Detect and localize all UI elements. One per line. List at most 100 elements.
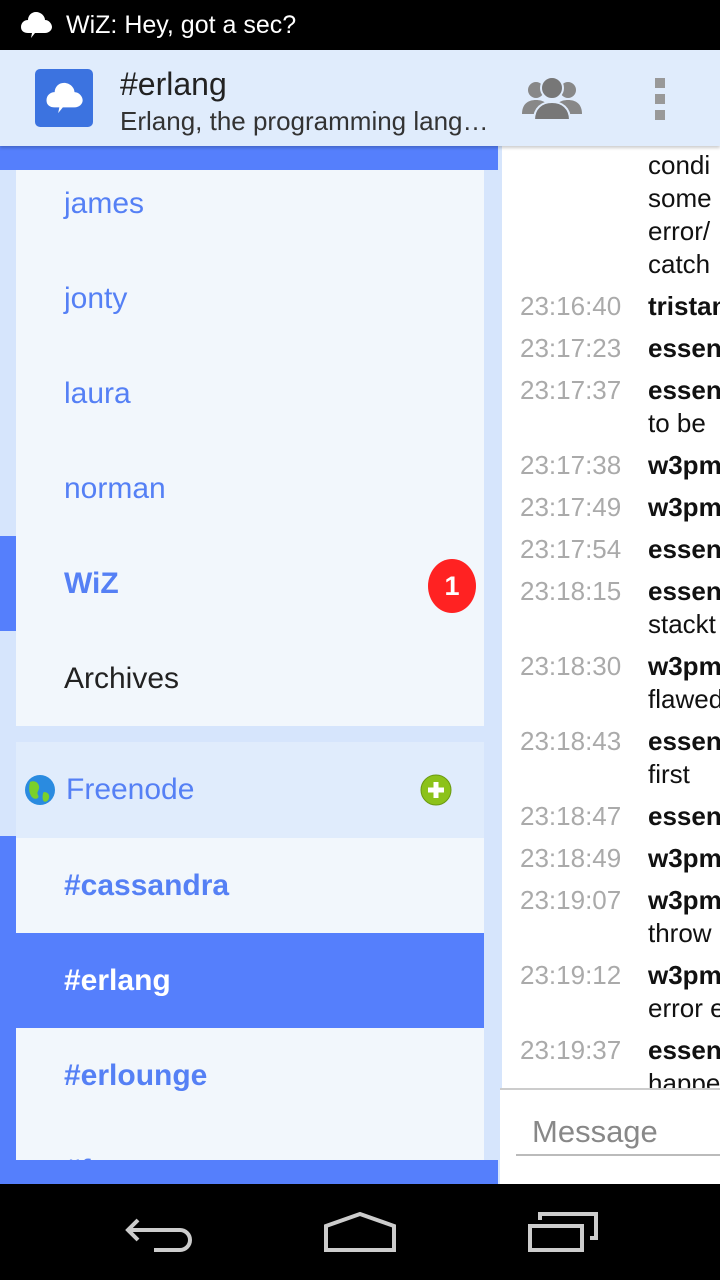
timestamp: 23:17:38: [520, 450, 622, 480]
timestamp: 23:19:07: [520, 885, 622, 915]
nick[interactable]: essen: [648, 533, 720, 566]
contact-label: laura: [64, 376, 131, 410]
channel-label: #cassandra: [64, 868, 230, 902]
home-icon[interactable]: [322, 1212, 398, 1252]
message-input[interactable]: [516, 1110, 720, 1156]
nav-bar: [0, 1184, 720, 1280]
message-text: error e: [648, 993, 720, 1023]
channels-panel: #cassandra #erlang #erlounge #f...: [0, 838, 484, 1184]
overflow-menu-icon[interactable]: [655, 78, 669, 126]
channel-label: #erlounge: [64, 1058, 208, 1092]
unread-badge: 1: [428, 559, 476, 613]
globe-icon: [25, 775, 55, 805]
nick[interactable]: w3pm: [648, 449, 720, 482]
timestamp: 23:18:47: [520, 801, 622, 831]
message-text: stackt: [648, 609, 716, 639]
nick[interactable]: essen: [648, 725, 720, 758]
channel-erlang[interactable]: #erlang: [0, 933, 484, 1028]
nick[interactable]: w3pm: [648, 884, 720, 917]
timestamp: 23:18:49: [520, 843, 622, 873]
message: 23:18:30 w3pm flawed: [502, 650, 720, 716]
channel-erlounge[interactable]: #erlounge: [16, 1028, 484, 1123]
contact-label: james: [64, 186, 145, 220]
message-text: first: [648, 759, 690, 789]
nick[interactable]: essen: [648, 332, 720, 365]
message: 23:18:15 essen stackt: [502, 575, 720, 641]
status-bar: WiZ: Hey, got a sec?: [0, 0, 720, 50]
channel-title: #erlang: [120, 66, 227, 102]
contacts-panel: james jonty laura norman WiZ 1 Archives: [0, 156, 484, 726]
nick[interactable]: essen: [648, 1034, 720, 1067]
sidebar-top-edge: [0, 146, 498, 170]
message-text: to be: [648, 408, 706, 438]
contact-james[interactable]: james: [16, 156, 484, 251]
timestamp: 23:18:43: [520, 726, 622, 756]
network-freenode[interactable]: Freenode: [16, 742, 484, 838]
contact-label: norman: [64, 471, 166, 505]
nick[interactable]: w3pm: [648, 842, 720, 875]
message-text: error/: [648, 216, 711, 246]
timestamp: 23:19:12: [520, 960, 622, 990]
archives-label: Archives: [64, 661, 180, 695]
contact-label: WiZ: [64, 566, 119, 600]
archives-item[interactable]: Archives: [16, 631, 484, 726]
cloud-chat-icon: [21, 12, 52, 38]
network-label: Freenode: [66, 773, 195, 806]
message-text: some: [648, 183, 712, 213]
composer: [500, 1088, 720, 1184]
channel-topic: Erlang, the programming language: [120, 106, 500, 136]
nick[interactable]: w3pm: [648, 959, 720, 992]
chat-log[interactable]: condi some error/catch 23:16:40 tristan 23:17…: [500, 146, 720, 1088]
nick[interactable]: w3pm: [648, 491, 720, 524]
timestamp: 23:17:49: [520, 492, 622, 522]
message: 23:18:47 essen: [502, 800, 720, 833]
message: 23:17:54 essen: [502, 533, 720, 566]
message: 23:19:37 essen happe: [502, 1034, 720, 1088]
timestamp: 23:18:15: [520, 576, 622, 606]
users-icon[interactable]: [522, 74, 582, 120]
timestamp: 23:16:40: [520, 291, 622, 321]
message: condi some error/catch: [502, 149, 720, 281]
timestamp: 23:17:54: [520, 534, 622, 564]
sidebar: james jonty laura norman WiZ 1 Archives F…: [0, 146, 500, 1184]
timestamp: 23:17:37: [520, 375, 622, 405]
back-icon[interactable]: [124, 1212, 196, 1252]
nick[interactable]: tristan: [648, 290, 720, 323]
message: 23:17:23 essen: [502, 332, 720, 365]
timestamp: 23:19:37: [520, 1035, 622, 1065]
message: 23:17:38 w3pm: [502, 449, 720, 482]
message-text: happe: [648, 1068, 720, 1088]
message-list: condi some error/catch 23:16:40 tristan 23:17…: [502, 149, 720, 1088]
contact-norman[interactable]: norman: [16, 441, 484, 536]
contact-wiz[interactable]: WiZ 1: [0, 536, 484, 631]
app-logo[interactable]: [35, 69, 93, 127]
channel-cassandra[interactable]: #cassandra: [16, 838, 484, 933]
message-text: condi: [648, 150, 711, 180]
recents-icon[interactable]: [526, 1212, 598, 1252]
app-bar: #erlang Erlang, the programming language: [0, 50, 720, 146]
nick[interactable]: w3pm: [648, 650, 720, 683]
nick[interactable]: essen: [648, 374, 720, 407]
message: 23:16:40 tristan: [502, 290, 720, 323]
message: 23:17:49 w3pm: [502, 491, 720, 524]
add-channel-icon[interactable]: [420, 774, 452, 806]
nick[interactable]: essen: [648, 800, 720, 833]
message-text: flawed: [648, 684, 720, 714]
message: 23:18:49 w3pm: [502, 842, 720, 875]
contact-laura[interactable]: laura: [16, 346, 484, 441]
sidebar-list: james jonty laura norman WiZ 1 Archives F…: [0, 156, 484, 1184]
message: 23:19:07 w3pm throw: [502, 884, 720, 950]
message: 23:19:12 w3pm error e: [502, 959, 720, 1025]
contact-jonty[interactable]: jonty: [16, 251, 484, 346]
sidebar-bottom-edge: [0, 1160, 498, 1184]
message: 23:18:43 essen first: [502, 725, 720, 791]
channel-label: #erlang: [64, 963, 171, 997]
notification-text: WiZ: Hey, got a sec?: [66, 10, 297, 39]
timestamp: 23:18:30: [520, 651, 622, 681]
timestamp: 23:17:23: [520, 333, 622, 363]
contact-label: jonty: [64, 281, 128, 315]
message: 23:17:37 essen to be: [502, 374, 720, 440]
message-text: catch: [648, 249, 711, 279]
message-text: throw: [648, 918, 712, 948]
nick[interactable]: essen: [648, 575, 720, 608]
